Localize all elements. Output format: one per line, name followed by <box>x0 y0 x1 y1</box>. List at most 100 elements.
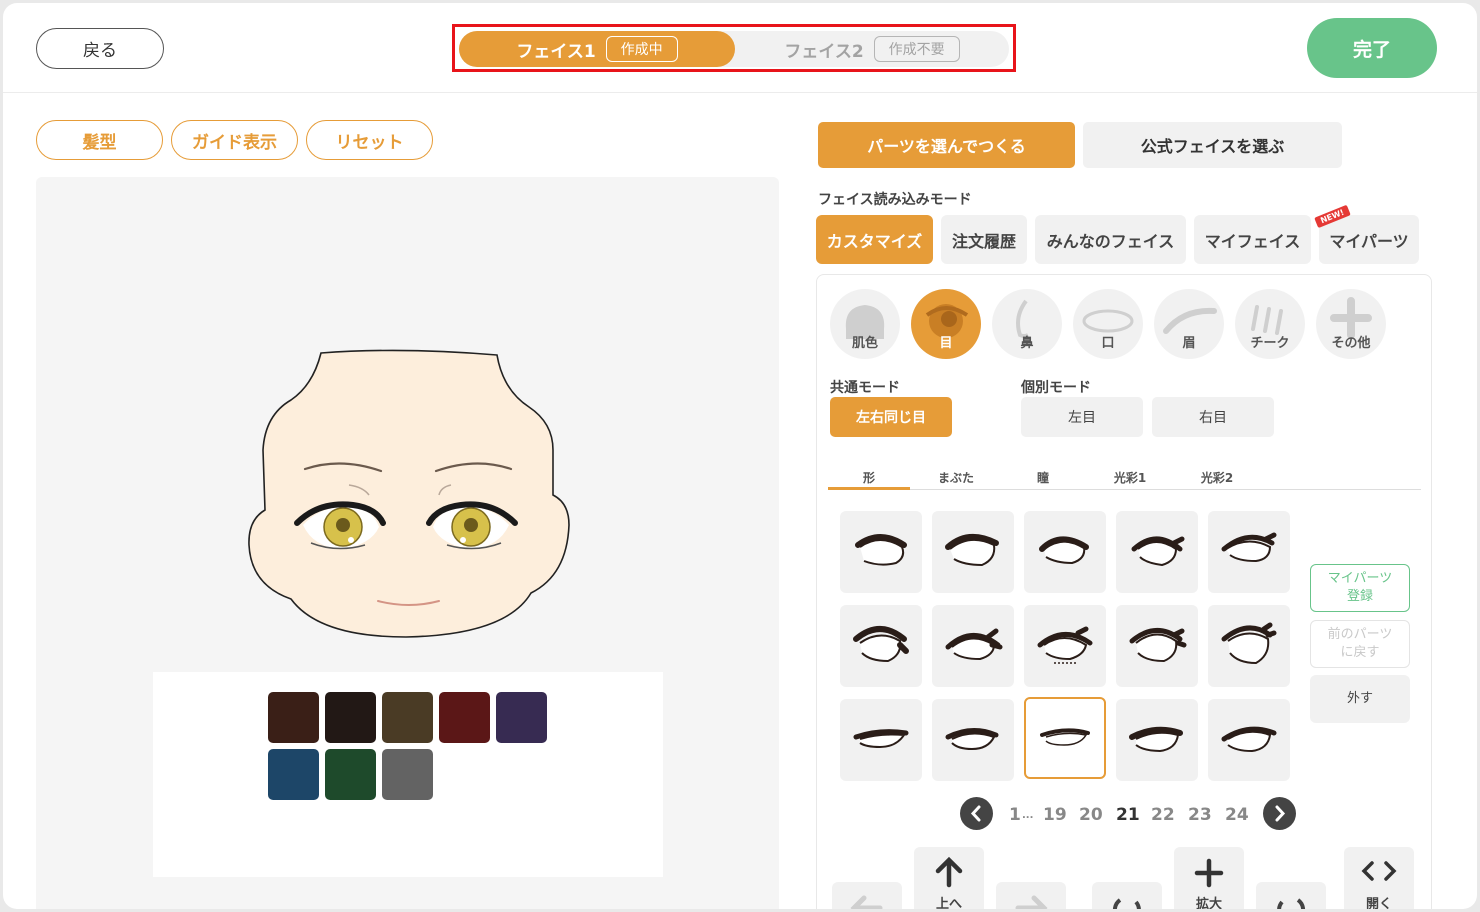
page-number[interactable]: 24 <box>1225 805 1249 825</box>
prev-page-button[interactable] <box>960 797 993 830</box>
load-option-customize[interactable]: カスタマイズ <box>816 215 933 264</box>
eye-shape-option[interactable] <box>932 605 1014 687</box>
revert-part-button[interactable]: 前のパーツ に戻す <box>1310 620 1410 668</box>
load-option-my-parts[interactable]: マイパーツ NEW! <box>1314 204 1419 264</box>
tab-face-2[interactable]: フェイス2 作成不要 <box>735 31 1009 67</box>
right-eye-button[interactable]: 右目 <box>1152 397 1274 437</box>
color-swatch[interactable] <box>439 692 490 743</box>
load-option-my-face[interactable]: マイフェイス <box>1194 215 1311 264</box>
eye-shape-option[interactable] <box>1208 699 1290 781</box>
eye-shape-option[interactable] <box>1024 605 1106 687</box>
category-eyebrow[interactable]: 眉 <box>1154 289 1224 359</box>
tab-face-1[interactable]: フェイス1 作成中 <box>459 31 735 67</box>
page-number[interactable]: 19 <box>1043 805 1067 825</box>
chevron-right-icon <box>1275 805 1286 822</box>
tab-shape[interactable]: 形 <box>828 469 910 489</box>
color-swatch[interactable] <box>268 749 319 800</box>
tab-official-face[interactable]: 公式フェイスを選ぶ <box>1083 122 1342 168</box>
revert-label-1: 前のパーツ <box>1327 626 1393 642</box>
left-eye-button[interactable]: 左目 <box>1021 397 1143 437</box>
done-button[interactable]: 完了 <box>1307 18 1437 78</box>
next-page-button[interactable] <box>1263 797 1296 830</box>
page-number[interactable]: 23 <box>1188 805 1212 825</box>
eye-shape-option[interactable] <box>1116 511 1198 593</box>
load-mode-title: フェイス読み込みモード <box>818 192 972 208</box>
register-label-1: マイパーツ <box>1327 570 1393 586</box>
header: 戻る フェイス1 作成中 フェイス2 作成不要 完了 <box>3 3 1477 93</box>
move-right-button[interactable] <box>996 882 1066 909</box>
load-option-my-parts-label: マイパーツ <box>1329 231 1409 251</box>
color-palette <box>153 672 663 877</box>
eye-shape-icon <box>1129 628 1187 663</box>
eye-shape-option[interactable] <box>1208 511 1290 593</box>
category-nose[interactable]: 鼻 <box>992 289 1062 359</box>
eye-shape-option[interactable] <box>932 699 1014 781</box>
rotate-left-button[interactable] <box>1092 882 1162 909</box>
color-swatch[interactable] <box>382 749 433 800</box>
eye-shape-icon <box>1040 728 1090 746</box>
category-skin[interactable]: 肌色 <box>830 289 900 359</box>
eye-shape-option[interactable] <box>1024 511 1106 593</box>
eye-shape-option-selected[interactable] <box>1024 697 1106 779</box>
tab-highlight-2[interactable]: 光彩2 <box>1176 469 1258 489</box>
category-eye[interactable]: 目 <box>911 289 981 359</box>
rotate-left-icon <box>1112 898 1141 909</box>
eye-shape-icon <box>1039 536 1089 565</box>
category-nose-label: 鼻 <box>1020 336 1034 351</box>
category-cheek[interactable]: チーク <box>1235 289 1305 359</box>
face-2-name: フェイス2 <box>784 41 864 62</box>
zoom-in-button[interactable]: 拡大 <box>1174 847 1244 909</box>
category-eye-label: 目 <box>939 336 953 351</box>
category-mouth[interactable]: 口 <box>1073 289 1143 359</box>
page-first[interactable]: 1 <box>1009 805 1021 825</box>
revert-label-2: に戻す <box>1340 645 1380 660</box>
eye-shape-option[interactable] <box>840 699 922 781</box>
eye-shape-icon <box>855 534 907 566</box>
tab-highlight-1[interactable]: 光彩1 <box>1089 469 1171 489</box>
color-swatch[interactable] <box>382 692 433 743</box>
category-mouth-label: 口 <box>1101 336 1115 351</box>
tab-eyelid[interactable]: まぶた <box>915 469 997 489</box>
category-other[interactable]: その他 <box>1316 289 1386 359</box>
page-number[interactable]: 22 <box>1151 805 1175 825</box>
both-eyes-same-button[interactable]: 左右同じ目 <box>830 397 952 437</box>
eye-shape-option[interactable] <box>840 605 922 687</box>
eye-shape-icon <box>853 626 909 663</box>
eye-shape-option[interactable] <box>1208 605 1290 687</box>
eye-shape-option[interactable] <box>1116 699 1198 781</box>
tab-pupil[interactable]: 瞳 <box>1002 469 1084 489</box>
eye-shape-option[interactable] <box>840 511 922 593</box>
load-option-everyone-faces[interactable]: みんなのフェイス <box>1035 215 1186 264</box>
eye-shape-icon <box>1221 622 1277 665</box>
color-swatch[interactable] <box>268 692 319 743</box>
eye-shape-icon <box>1221 726 1277 753</box>
eye-shape-icon <box>945 628 1003 661</box>
eye-shape-icon <box>945 534 999 567</box>
color-swatch[interactable] <box>325 749 376 800</box>
rotate-right-button[interactable] <box>1256 882 1326 909</box>
part-tabs-divider <box>828 489 1421 490</box>
remove-part-button[interactable]: 外す <box>1310 675 1410 723</box>
move-up-label: 上へ <box>935 897 962 909</box>
face-tabs: フェイス1 作成中 フェイス2 作成不要 <box>459 31 1009 67</box>
guide-toggle-button[interactable]: ガイド表示 <box>171 120 298 160</box>
color-swatch[interactable] <box>496 692 547 743</box>
eye-shape-icon <box>1037 626 1093 664</box>
reset-button[interactable]: リセット <box>306 120 433 160</box>
register-my-parts-button[interactable]: マイパーツ 登録 <box>1310 564 1410 612</box>
face-skin <box>248 349 570 638</box>
tab-build-from-parts[interactable]: パーツを選んでつくる <box>818 122 1075 168</box>
chevron-left-icon <box>970 805 981 822</box>
hair-button[interactable]: 髪型 <box>36 120 163 160</box>
common-mode-title: 共通モード <box>830 380 900 396</box>
move-left-button[interactable] <box>832 882 902 909</box>
page-number[interactable]: 20 <box>1079 805 1103 825</box>
eye-shape-option[interactable] <box>932 511 1014 593</box>
eye-shape-option[interactable] <box>1116 605 1198 687</box>
color-swatch[interactable] <box>325 692 376 743</box>
back-button[interactable]: 戻る <box>36 28 164 69</box>
move-up-button[interactable]: 上へ <box>914 847 984 909</box>
load-option-order-history[interactable]: 注文履歴 <box>941 215 1027 264</box>
page-number-current[interactable]: 21 <box>1116 805 1140 825</box>
open-eyes-button[interactable]: 開く <box>1344 847 1414 909</box>
